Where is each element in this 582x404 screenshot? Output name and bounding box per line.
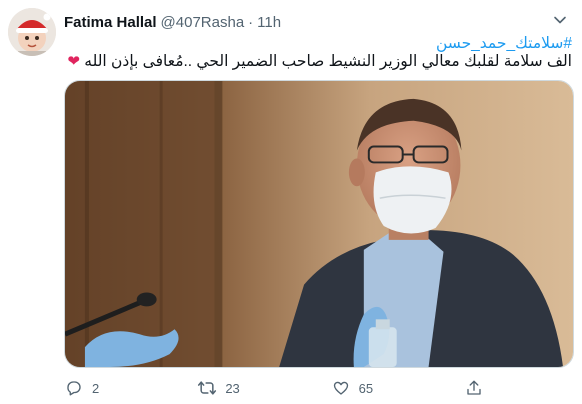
retweet-icon	[191, 375, 223, 401]
avatar-image	[8, 8, 56, 56]
separator-dot: ·	[248, 13, 254, 31]
retweet-button[interactable]: 23	[191, 375, 301, 401]
author-handle[interactable]: @407Rasha	[161, 14, 245, 31]
chevron-down-icon	[554, 16, 566, 24]
tweet-timestamp[interactable]: 11h	[257, 14, 281, 31]
reply-icon	[58, 375, 90, 401]
author-display-name[interactable]: Fatima Hallal	[64, 14, 157, 31]
like-count: 65	[358, 380, 374, 396]
photo-image	[65, 81, 573, 367]
share-button[interactable]	[458, 375, 498, 401]
hashtag-link[interactable]: #سلامتك_حمد_حسن	[436, 35, 572, 52]
tweet-card[interactable]: Fatima Hallal @407Rasha · 11h #سلامتك_حم…	[0, 0, 582, 404]
like-button[interactable]: 65	[325, 375, 435, 401]
tweet-header: Fatima Hallal @407Rasha · 11h	[64, 12, 558, 32]
reply-button[interactable]: 2	[58, 375, 168, 401]
like-icon	[325, 375, 357, 401]
tweet-text: الف سلامة لقلبك معالي الوزير النشيط صاحب…	[64, 52, 572, 72]
tweet-actions: 2 23 65	[58, 375, 498, 401]
tweet-photo[interactable]	[64, 80, 574, 368]
tweet-hashtag-line: #سلامتك_حمد_حسن	[64, 34, 572, 54]
share-icon	[458, 375, 490, 401]
heart-emoji: ❤	[67, 53, 80, 70]
more-options-button[interactable]	[550, 10, 570, 30]
tweet-body: الف سلامة لقلبك معالي الوزير النشيط صاحب…	[84, 53, 572, 70]
avatar[interactable]	[8, 8, 56, 56]
retweet-count: 23	[225, 380, 240, 396]
reply-count: 2	[92, 380, 100, 396]
